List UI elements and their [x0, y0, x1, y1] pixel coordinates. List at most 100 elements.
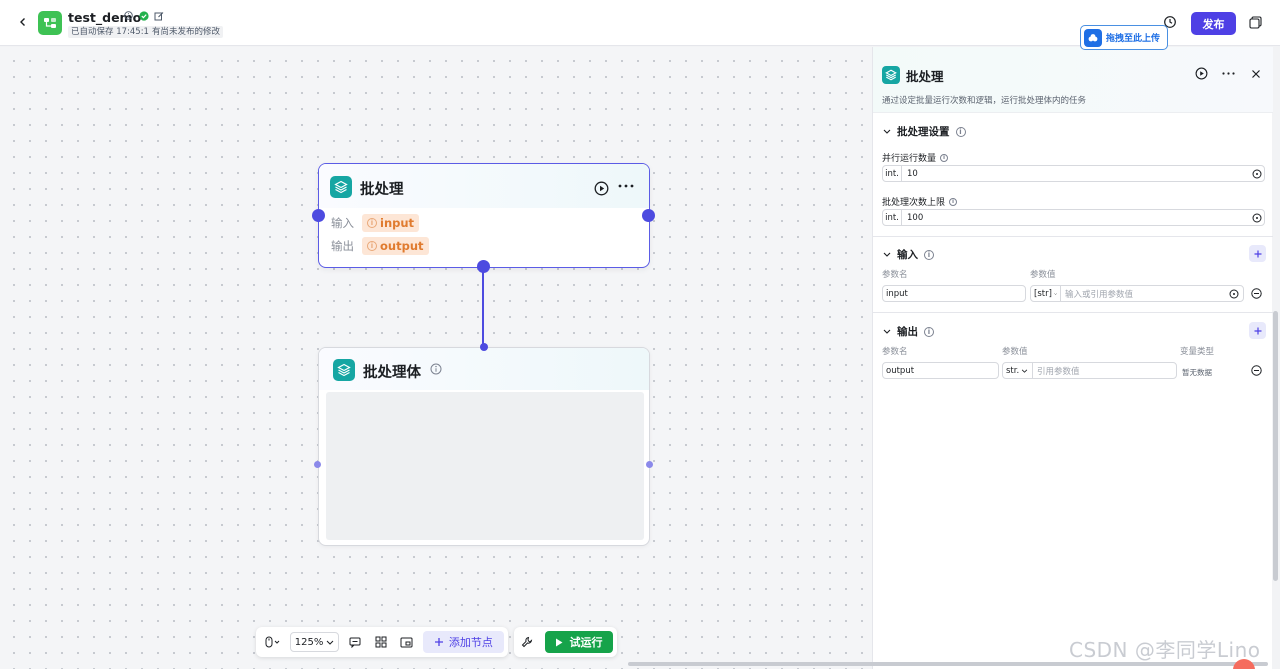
output-col-type: 变量类型: [1180, 347, 1215, 357]
mouse-mode-icon[interactable]: [262, 632, 284, 652]
variable-info-icon: i: [367, 241, 377, 251]
info-icon[interactable]: i: [955, 126, 966, 137]
auto-layout-icon[interactable]: [371, 632, 391, 652]
output-variable-pill[interactable]: i output: [362, 237, 429, 255]
node-connector-edge[interactable]: [482, 268, 484, 345]
output-col-value: 参数值: [1002, 347, 1028, 357]
input-col-value: 参数值: [1030, 270, 1056, 280]
remove-output-icon[interactable]: [1251, 365, 1263, 377]
info-icon[interactable]: [123, 10, 134, 21]
drag-upload-chip[interactable]: 拖拽至此上传: [1080, 25, 1168, 50]
publish-button[interactable]: 发布: [1191, 12, 1236, 35]
info-icon[interactable]: [430, 363, 442, 375]
chevron-down-icon: [883, 129, 891, 134]
panel-scrollbar[interactable]: [1273, 311, 1278, 581]
debug-wrench-icon[interactable]: [518, 632, 537, 652]
remove-input-icon[interactable]: [1251, 288, 1263, 300]
input-value-field[interactable]: 输入或引用参数值: [1060, 285, 1244, 302]
int-type-tag: int.: [883, 166, 902, 181]
output-value-placeholder: 引用参数值: [1037, 366, 1080, 377]
close-icon[interactable]: [1249, 67, 1262, 80]
input-section-header[interactable]: 输入 i: [883, 247, 934, 262]
section-divider: [873, 312, 1273, 313]
batch-node-left-port[interactable]: [312, 209, 325, 222]
input-heading: 输入: [897, 249, 918, 261]
batch-body-title: 批处理体: [363, 365, 421, 381]
more-options-icon[interactable]: [1222, 67, 1235, 80]
output-section-header[interactable]: 输出 i: [883, 324, 934, 339]
input-param-name[interactable]: input: [882, 285, 1026, 302]
back-arrow-icon[interactable]: [14, 13, 32, 31]
limit-value[interactable]: 100: [902, 213, 1250, 223]
panel-title: 批处理: [906, 69, 944, 84]
run-toolbar: 试运行: [514, 627, 617, 657]
watermark: CSDN @李同学Lino: [1069, 638, 1261, 662]
edit-icon[interactable]: [153, 10, 164, 21]
batch-layers-icon: [882, 66, 900, 84]
input-value-placeholder: 输入或引用参数值: [1065, 289, 1134, 300]
batch-node[interactable]: 批处理 输入 i input 输出 i output: [318, 163, 650, 268]
output-value-field[interactable]: 引用参数值: [1032, 362, 1177, 379]
chevron-down-icon: [1022, 369, 1028, 373]
batch-body-top-port[interactable]: [480, 343, 488, 351]
settings-section-header[interactable]: 批处理设置 i: [883, 124, 966, 139]
verified-check-icon: [138, 10, 149, 21]
chevron-down-icon: [327, 640, 334, 645]
batch-node-bottom-port[interactable]: [477, 260, 490, 273]
add-output-button[interactable]: [1249, 322, 1266, 339]
batch-node-title: 批处理: [360, 182, 404, 198]
run-node-icon[interactable]: [1195, 67, 1208, 80]
node-input-label: 输入: [331, 216, 354, 230]
panel-description: 通过设定批量运行次数和逻辑，运行批处理体内的任务: [882, 96, 1087, 106]
node-output-label: 输出: [331, 239, 354, 253]
more-options-icon[interactable]: [618, 181, 634, 196]
add-input-button[interactable]: [1249, 245, 1266, 262]
app-logo: [38, 11, 62, 35]
limit-input[interactable]: int. 100: [882, 209, 1265, 226]
add-node-label: 添加节点: [448, 636, 493, 649]
variable-ref-icon[interactable]: [1229, 289, 1239, 299]
variable-info-icon: i: [367, 218, 377, 228]
batch-node-right-port[interactable]: [642, 209, 655, 222]
play-icon: [556, 638, 563, 646]
info-icon[interactable]: i: [940, 153, 949, 162]
info-icon[interactable]: i: [924, 326, 934, 337]
input-col-name: 参数名: [882, 270, 908, 280]
node-output-row: 输出 i output: [331, 237, 429, 255]
window-layout-icon[interactable]: [1249, 16, 1263, 30]
test-run-button[interactable]: 试运行: [544, 631, 613, 653]
comment-icon[interactable]: [345, 632, 365, 652]
batch-body-right-port[interactable]: [646, 461, 653, 468]
chevron-down-icon: [883, 252, 891, 257]
zoom-select[interactable]: 125%: [289, 632, 340, 652]
output-type-select[interactable]: str.: [1002, 362, 1033, 379]
output-variable-name: output: [380, 239, 424, 253]
minimap-icon[interactable]: [397, 632, 417, 652]
cloud-upload-icon: [1084, 28, 1102, 47]
batch-body-left-port[interactable]: [314, 461, 321, 468]
batch-body-drop-area[interactable]: [326, 392, 644, 540]
input-variable-name: input: [380, 216, 415, 230]
variable-ref-icon[interactable]: [1250, 213, 1264, 223]
chevron-down-icon: [1054, 292, 1057, 295]
node-config-panel: 批处理 通过设定批量运行次数和逻辑，运行批处理体内的任务 批处理设置 i 并行运…: [872, 47, 1273, 669]
input-type-select[interactable]: [str]: [1030, 285, 1061, 302]
int-type-tag: int.: [883, 210, 902, 225]
output-heading: 输出: [897, 326, 918, 338]
info-icon[interactable]: i: [924, 249, 934, 260]
test-run-label: 试运行: [569, 636, 603, 649]
chevron-down-icon: [883, 329, 891, 334]
variable-ref-icon[interactable]: [1250, 169, 1264, 179]
output-type-value: str.: [1006, 365, 1020, 376]
batch-body-layers-icon: [333, 359, 355, 381]
batch-body-node[interactable]: 批处理体: [318, 347, 650, 546]
concurrency-value[interactable]: 10: [902, 169, 1250, 179]
concurrency-input[interactable]: int. 10: [882, 165, 1265, 182]
add-node-button[interactable]: 添加节点: [422, 631, 504, 653]
node-input-row: 输入 i input: [331, 214, 420, 232]
input-variable-pill[interactable]: i input: [362, 214, 420, 232]
output-param-name[interactable]: output: [882, 362, 999, 379]
run-node-icon[interactable]: [594, 181, 609, 196]
info-icon[interactable]: i: [949, 197, 958, 206]
plus-icon: [1254, 327, 1261, 334]
